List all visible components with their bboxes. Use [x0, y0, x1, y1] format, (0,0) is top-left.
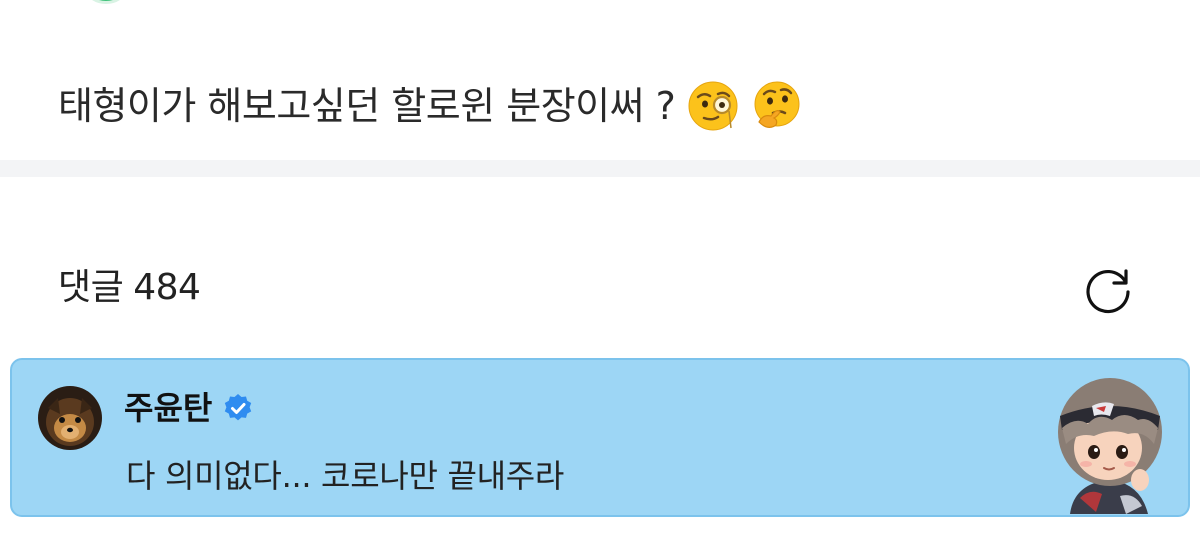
comment-author-name: 주윤탄: [124, 389, 213, 427]
previous-item-avatar[interactable]: [80, 0, 132, 4]
refresh-button[interactable]: [1080, 262, 1136, 318]
comments-count: 484: [133, 267, 201, 308]
section-divider: [0, 160, 1200, 177]
post-body: 태형이가 해보고싶던 할로윈 분장이써 ?: [58, 78, 803, 134]
comment-text: 다 의미없다... 코로나만 끝내주라: [126, 457, 565, 495]
comments-header: 댓글 484: [58, 262, 201, 314]
comment-author[interactable]: 주윤탄: [124, 386, 254, 430]
refresh-icon: [1086, 269, 1130, 314]
face-with-monocle-icon: [687, 80, 739, 132]
highlighted-comment[interactable]: 주윤탄 다 의미없다... 코로나만 끝내주라: [10, 358, 1190, 517]
verified-badge-icon: [222, 392, 254, 424]
comments-label: 댓글: [58, 267, 124, 308]
character-sticker: [1040, 368, 1180, 514]
thinking-face-icon: [751, 80, 803, 132]
commenter-avatar[interactable]: [38, 386, 102, 450]
post-text: 태형이가 해보고싶던 할로윈 분장이써 ?: [58, 84, 676, 128]
